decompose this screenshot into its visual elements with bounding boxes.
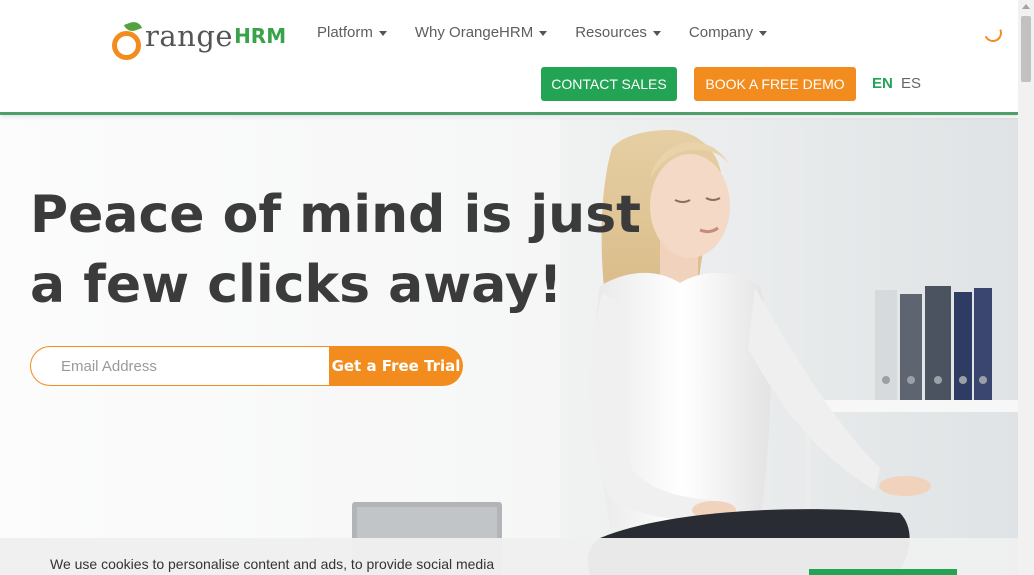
nav-company-label: Company — [688, 24, 754, 41]
language-es[interactable]: ES — [901, 75, 921, 92]
nav-platform[interactable]: Platform — [317, 24, 387, 41]
language-en[interactable]: EN — [872, 75, 893, 92]
nav-company[interactable]: Company — [688, 24, 768, 41]
hero-banner: Peace of mind is just a few clicks away!… — [0, 118, 1018, 575]
page-scrollbar[interactable] — [1018, 0, 1034, 575]
caret-down-icon — [759, 30, 768, 36]
caret-down-icon — [652, 30, 661, 36]
free-trial-button[interactable]: Get a Free Trial — [329, 346, 463, 386]
nav-why-label: Why OrangeHRM — [414, 24, 534, 41]
scroll-up-arrow-icon[interactable] — [1022, 4, 1030, 9]
nav-platform-label: Platform — [317, 24, 373, 41]
nav-resources[interactable]: Resources — [575, 24, 661, 41]
free-trial-form: Get a Free Trial — [30, 346, 463, 386]
hero-headline: Peace of mind is just a few clicks away! — [30, 185, 641, 315]
book-demo-button[interactable]: BOOK A FREE DEMO — [694, 67, 856, 101]
cookie-accept-button[interactable] — [809, 569, 957, 575]
orangehrm-logo[interactable]: range HRM — [111, 10, 287, 60]
contact-sales-button[interactable]: CONTACT SALES — [541, 67, 677, 101]
orange-logo-icon — [111, 19, 144, 60]
email-input[interactable] — [30, 346, 330, 386]
site-header: range HRM Platform Why OrangeHRM Resourc… — [0, 0, 1018, 115]
logo-hrm: HRM — [234, 24, 287, 48]
loading-spinner-icon — [981, 21, 1005, 45]
cookie-text: We use cookies to personalise content an… — [50, 556, 495, 572]
cookie-banner: We use cookies to personalise content an… — [0, 538, 1018, 575]
logo-wordmark: range — [145, 19, 234, 53]
main-nav: Platform Why OrangeHRM Resources Company — [317, 24, 795, 41]
caret-down-icon — [378, 30, 387, 36]
nav-resources-label: Resources — [575, 24, 647, 41]
caret-down-icon — [539, 30, 548, 36]
scrollbar-thumb[interactable] — [1021, 16, 1031, 82]
nav-why-orangehrm[interactable]: Why OrangeHRM — [414, 24, 548, 41]
